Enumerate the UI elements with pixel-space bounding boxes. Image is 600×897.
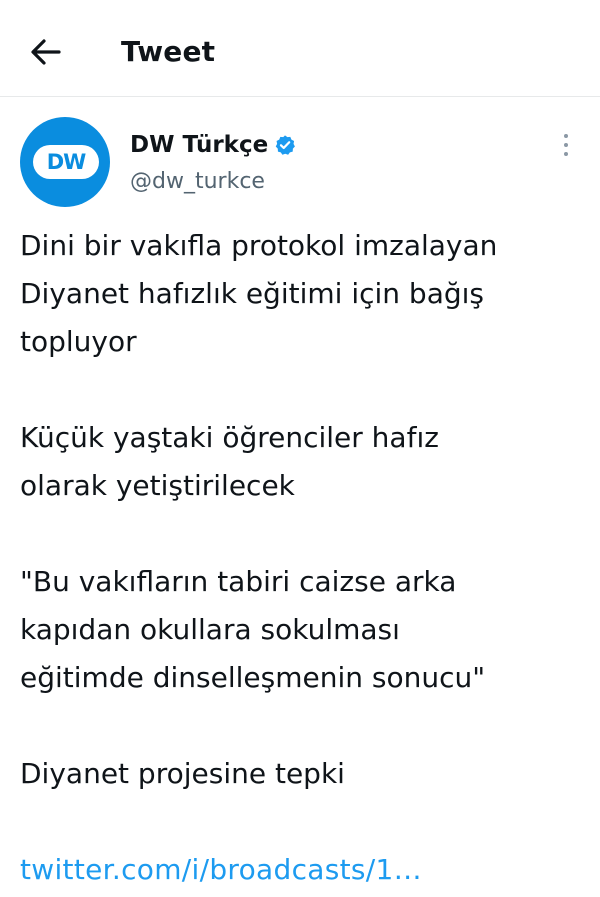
tweet-paragraph-4: Diyanet projesine tepki [20,757,345,790]
tweet-body: Dini bir vakıfla protokol imzalayan Diya… [20,222,585,894]
more-options-button[interactable] [555,131,577,159]
top-bar: Tweet [0,0,600,97]
tweet-paragraph-2: Küçük yaştaki öğrenciler hafız olarak ye… [20,421,439,502]
author-name-row[interactable]: DW Türkçe [130,128,296,162]
page-title: Tweet [121,35,216,68]
avatar-text: DW [46,150,87,174]
tweet-paragraph-1: Dini bir vakıfla protokol imzalayan Diya… [20,229,498,358]
arrow-left-icon [31,39,61,65]
verified-badge-icon [275,135,296,155]
author-display-name: DW Türkçe [130,132,269,158]
tweet-paragraph-3: "Bu vakıfların tabiri caizse arka kapıda… [20,565,486,694]
author-handle[interactable]: @dw_turkce [130,165,265,199]
more-vertical-icon [564,134,568,138]
avatar[interactable]: DW [20,117,110,207]
back-button[interactable] [22,30,70,74]
dw-logo-icon: DW [33,145,99,179]
tweet-link[interactable]: twitter.com/i/broadcasts/1… [20,853,422,886]
